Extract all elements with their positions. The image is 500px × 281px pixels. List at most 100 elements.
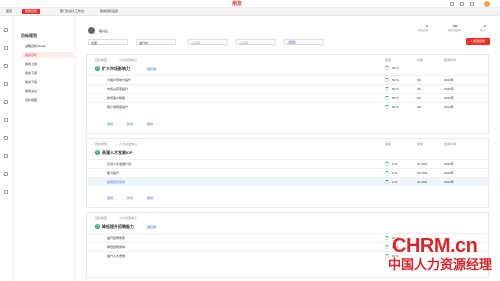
table-row[interactable]: 市场占有率提升 50 % 0% 2022年	[87, 84, 490, 93]
progress-value: 50 %	[392, 96, 399, 100]
tab-home[interactable]: 首页	[6, 10, 12, 13]
goal-title[interactable]: 高潜人才发展IDP	[102, 151, 133, 155]
edit-link[interactable]: 编辑	[107, 123, 113, 126]
settings-icon[interactable]	[470, 2, 474, 6]
subgoal-name[interactable]: 高潜人才发展计划	[107, 163, 131, 166]
filter-status[interactable]: 进行中	[136, 39, 176, 45]
goal-dept: 人力资源中心	[119, 58, 138, 62]
subgoal-name[interactable]: 提升人才质量	[107, 255, 125, 258]
nav-item[interactable]: 我的关注	[25, 90, 37, 93]
column-header: 进度	[385, 58, 392, 62]
stat-label: 目标完成率	[448, 29, 461, 32]
filter-year[interactable]: 全部	[88, 39, 128, 45]
user-avatar	[88, 27, 95, 34]
weight-value: 0%	[417, 105, 422, 109]
search-link[interactable]: 搜索	[289, 41, 295, 44]
subgoal-name[interactable]: 绩效目标完成	[107, 181, 125, 184]
avatar[interactable]	[484, 1, 490, 7]
progress-value: 50 %	[392, 105, 399, 109]
subgoal-name[interactable]: 客户满意度提升	[107, 106, 128, 109]
progress-value: 50 %	[392, 87, 399, 91]
table-row[interactable]: 绩效目标完成 0 % 33.34% 2022年	[87, 177, 490, 186]
period-value: 2022年	[444, 96, 454, 100]
status-badge: 进行中	[146, 66, 158, 71]
table-row[interactable]: 高潜人才发展计划 0 % 33.33% 2022年	[87, 159, 490, 168]
subgoal-name[interactable]: 大客户影响力提升	[107, 79, 131, 82]
progress-ring	[385, 105, 389, 109]
progress-ring	[385, 245, 389, 249]
tab-manager-workbench[interactable]: 部门负责人工作台	[60, 10, 84, 13]
goal-type-icon: 目	[95, 224, 100, 229]
folder-icon[interactable]	[4, 100, 8, 104]
calendar-icon[interactable]	[4, 118, 8, 122]
subgoal-name[interactable]: 降低招聘成本	[107, 246, 125, 249]
table-row[interactable]: 能力提升 0 % 33.33% 2022年	[87, 168, 490, 177]
subgoal-name[interactable]: 能力提升	[107, 172, 119, 175]
nav-item[interactable]: 我的下级	[25, 81, 37, 84]
settings-icon[interactable]	[4, 172, 8, 176]
progress-ring	[385, 96, 389, 100]
progress-ring	[385, 87, 389, 91]
goal-card: 目标类型 人力资源中心 进度 权重 结束时间 目 高潜人才发展IDP 高潜人才发…	[86, 138, 490, 208]
goal-meta: 目标类型	[95, 58, 108, 62]
nav-title[interactable]: 目标规划	[21, 34, 37, 38]
delete-link[interactable]: 删除	[147, 197, 153, 200]
progress-ring	[385, 236, 389, 240]
goal-nav: 目标规划 战略目标(Goal) 我的目标 我的上级 我的下级 我的下级 我的关注…	[13, 16, 76, 281]
nav-item[interactable]: 我的目标	[25, 54, 37, 57]
tab-goal-settings[interactable]: 我的目标设置	[100, 10, 118, 13]
nav-item[interactable]: 我的下级	[25, 72, 37, 75]
doc-icon[interactable]	[4, 136, 8, 140]
period-value: 2022年	[444, 180, 454, 184]
filter-period[interactable]: 请选择	[236, 39, 276, 45]
delete-link[interactable]: 删除	[147, 123, 153, 126]
period-value: 2022年	[444, 78, 454, 82]
app-logo: 用友	[232, 1, 243, 7]
goal-title[interactable]: 扩大市场影响力	[102, 67, 130, 71]
watermark-brand: CHRM.cn	[392, 235, 478, 257]
nav-item[interactable]: 目标地图	[25, 99, 37, 102]
more-icon[interactable]	[4, 190, 8, 194]
table-row[interactable]: 大客户影响力提升 50 % 0% 2022年	[87, 75, 490, 84]
weight-value: 0%	[417, 87, 422, 91]
bell-icon[interactable]	[460, 2, 464, 6]
goal-meta: 目标类型	[95, 142, 108, 146]
tab-bar: 首页 我的目标 部门负责人工作台 我的目标设置	[0, 8, 500, 16]
table-row[interactable]: 客户满意度提升 50 % 0% 2022年	[87, 102, 490, 111]
weight-value: 0%	[417, 96, 422, 100]
progress-value: 50 %	[392, 78, 399, 82]
column-header: 权重	[417, 58, 424, 62]
stat-label: 目标总数	[418, 29, 429, 32]
add-link[interactable]: 新增	[127, 123, 133, 126]
home-icon[interactable]	[4, 28, 8, 32]
nav-item[interactable]: 战略目标(Goal)	[25, 45, 45, 48]
edit-link[interactable]: 编辑	[107, 197, 113, 200]
period-value: 2022年	[444, 171, 454, 175]
goal-title[interactable]: 降低提升招聘能力	[102, 225, 134, 229]
user-name: 程兴达	[99, 29, 109, 33]
column-header: 结束时间	[444, 58, 457, 62]
subgoal-name[interactable]: 提升招聘效率	[107, 237, 125, 240]
subgoal-name[interactable]: 市场占有率提升	[107, 88, 128, 91]
user-icon[interactable]	[4, 82, 8, 86]
nav-item[interactable]: 我的上级	[25, 63, 37, 66]
search-icon[interactable]	[450, 2, 454, 6]
subgoal-name[interactable]: 新增客户数量	[107, 97, 125, 100]
chart-icon[interactable]	[4, 64, 8, 68]
tab-my-goals[interactable]: 我的目标	[22, 9, 41, 14]
progress-ring	[385, 171, 389, 175]
progress-value: 50 %	[392, 66, 399, 70]
table-row[interactable]: 新增客户数量 50 % 0% 2022年	[87, 93, 490, 102]
progress-ring	[385, 78, 389, 82]
progress-value: 0 %	[392, 180, 398, 184]
list-icon[interactable]	[4, 154, 8, 158]
stat-label: 待办	[480, 29, 486, 32]
goal-dept: 人力资源中心	[119, 216, 138, 220]
add-link[interactable]: 新增	[127, 197, 133, 200]
progress-value: 0 %	[392, 162, 398, 166]
target-icon[interactable]	[4, 46, 8, 50]
new-goal-button[interactable]: + 新建目标	[466, 38, 490, 45]
stat-value: 2	[484, 24, 486, 28]
filter-type[interactable]: 请选择	[188, 39, 228, 45]
icon-sidebar	[0, 16, 13, 281]
